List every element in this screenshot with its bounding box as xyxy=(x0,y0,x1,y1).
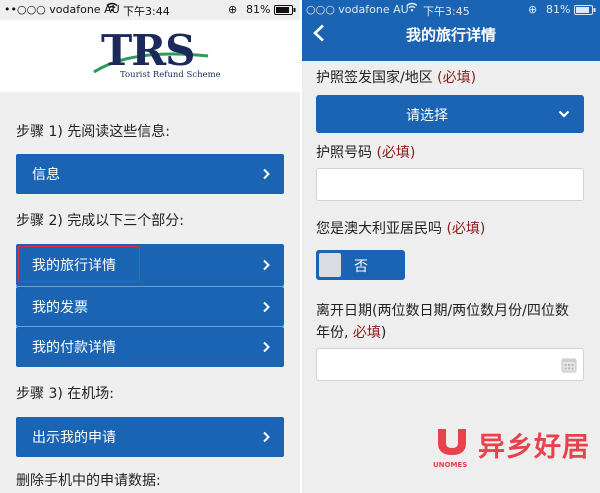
resident-toggle[interactable]: 否 xyxy=(316,250,405,280)
toggle-knob xyxy=(319,253,341,277)
right-screen: ○○○ vodafone AU 下午3:45 ⊕ 81% 我的旅行详情 护照签发… xyxy=(302,0,600,493)
highlight-box xyxy=(18,246,140,282)
battery-icon xyxy=(574,5,596,18)
resident-label: 您是澳大利亚居民吗 (必填) xyxy=(316,221,486,237)
select-label: 请选择 xyxy=(406,108,448,124)
orientation-lock-icon: ⊕ xyxy=(228,3,238,16)
passport-country-select[interactable]: 请选择 xyxy=(316,95,584,133)
passport-number-input[interactable] xyxy=(316,168,584,201)
invoices-button[interactable]: 我的发票 xyxy=(16,287,284,326)
invoices-label: 我的发票 xyxy=(32,299,88,316)
battery-percent: 81% xyxy=(546,3,571,16)
info-button[interactable]: 信息 xyxy=(16,154,284,194)
left-screen: ••○○○ vodafone AU 下午3:44 ⊕ 81% TRS Touri… xyxy=(0,0,300,493)
delete-data-label: 删除手机中的申请数据: xyxy=(16,473,161,489)
payment-details-button[interactable]: 我的付款详情 xyxy=(16,327,284,367)
calendar-icon[interactable] xyxy=(561,357,577,373)
watermark-text: 异乡好居 xyxy=(478,432,590,463)
battery-icon xyxy=(274,5,296,18)
status-bar: ••○○○ vodafone AU 下午3:44 ⊕ 81% xyxy=(0,0,300,20)
step3-label: 步骤 3) 在机场: xyxy=(16,386,114,402)
show-application-button[interactable]: 出示我的申请 xyxy=(16,417,284,457)
watermark-small-text: UNOMES xyxy=(433,461,468,469)
orientation-lock-icon: ⊕ xyxy=(528,3,538,16)
passport-number-label: 护照号码 (必填) xyxy=(316,145,416,161)
trs-logo: TRS Tourist Refund Scheme xyxy=(0,20,300,92)
wifi-icon xyxy=(106,2,118,15)
info-button-label: 信息 xyxy=(32,167,60,183)
toggle-label: 否 xyxy=(354,259,368,275)
chevron-right-icon xyxy=(263,431,270,443)
nav-bar: ○○○ vodafone AU 下午3:45 ⊕ 81% 我的旅行详情 xyxy=(302,0,600,61)
status-time: 下午3:44 xyxy=(123,5,170,18)
carrier-text: ••○○○ vodafone AU xyxy=(4,3,120,16)
carrier-text: ○○○ vodafone AU xyxy=(306,3,409,16)
watermark-logo: UNOMES 异乡好居 xyxy=(432,421,600,493)
show-application-label: 出示我的申请 xyxy=(32,430,116,446)
departure-date-label: 离开日期(两位数日期/两位数月份/四位数 xyxy=(316,303,569,319)
chevron-right-icon xyxy=(263,301,270,312)
chevron-right-icon xyxy=(263,341,270,353)
logo-text: TRS xyxy=(101,26,195,75)
status-time: 下午3:45 xyxy=(423,5,470,18)
departure-date-input[interactable] xyxy=(316,348,584,381)
chevron-down-icon xyxy=(558,110,570,118)
payment-details-label: 我的付款详情 xyxy=(32,340,116,356)
battery-percent: 81% xyxy=(246,3,271,16)
chevron-right-icon xyxy=(263,168,270,180)
step1-label: 步骤 1) 先阅读这些信息: xyxy=(16,124,170,140)
chevron-right-icon xyxy=(263,259,270,271)
page-title: 我的旅行详情 xyxy=(405,26,496,44)
status-bar: ○○○ vodafone AU 下午3:45 ⊕ 81% xyxy=(302,0,600,20)
step2-label: 步骤 2) 完成以下三个部分: xyxy=(16,213,184,229)
wifi-icon xyxy=(406,2,418,15)
watermark-badge-icon xyxy=(438,429,466,455)
passport-country-label: 护照签发国家/地区 (必填) xyxy=(316,70,477,86)
departure-date-label-cont: 年份, 必填) xyxy=(316,325,387,341)
logo-subtitle: Tourist Refund Scheme xyxy=(120,70,221,80)
